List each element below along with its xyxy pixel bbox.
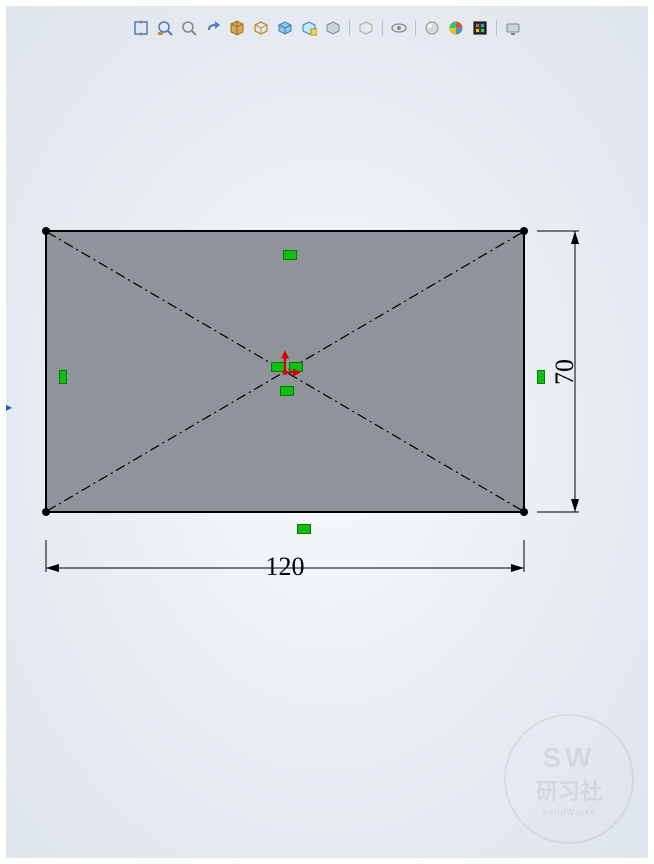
watermark-en: SolidWorks [542,808,596,817]
sketch-point[interactable] [520,508,528,516]
zoom-icon[interactable] [179,18,199,38]
apply-scene-icon[interactable] [356,18,376,38]
sketch-point[interactable] [520,227,528,235]
watermark-cn: 研习社 [536,774,602,806]
toolbar-separator [349,20,350,36]
dimension-width-value[interactable]: 120 [266,552,305,582]
previous-view-icon[interactable] [203,18,223,38]
hide-show-icon[interactable] [299,18,319,38]
appearances-icon[interactable] [446,18,466,38]
zoom-to-fit-icon[interactable] [131,18,151,38]
settings-icon[interactable] [470,18,490,38]
section-view-icon[interactable] [227,18,247,38]
display-style-icon[interactable] [275,18,295,38]
sketch-point[interactable] [42,508,50,516]
sketch-canvas[interactable]: 120 70 [45,230,605,590]
edit-appearance-icon[interactable] [323,18,343,38]
origin-icon[interactable] [270,349,300,394]
watermark-abbr: SW [542,742,595,774]
screen-capture-icon[interactable] [503,18,523,38]
sketch-point[interactable] [42,227,50,235]
relation-horizontal-icon[interactable] [297,524,311,534]
dimension-width[interactable]: 120 [45,540,525,580]
view-orientation-icon[interactable] [251,18,271,38]
dimension-height[interactable]: 70 [537,230,587,513]
zoom-area-icon[interactable] [155,18,175,38]
view-visibility-icon[interactable] [389,18,409,38]
relation-horizontal-icon[interactable] [283,250,297,260]
watermark-logo: SW 研习社 SolidWorks [504,714,634,844]
dimension-height-value[interactable]: 70 [550,359,580,385]
toolbar-separator [382,20,383,36]
heads-up-view-toolbar [125,16,529,40]
relation-vertical-icon[interactable] [59,370,67,384]
toolbar-separator [496,20,497,36]
panel-expand-handle[interactable]: ▸ [6,400,12,414]
toolbar-separator [415,20,416,36]
render-tools-icon[interactable] [422,18,442,38]
